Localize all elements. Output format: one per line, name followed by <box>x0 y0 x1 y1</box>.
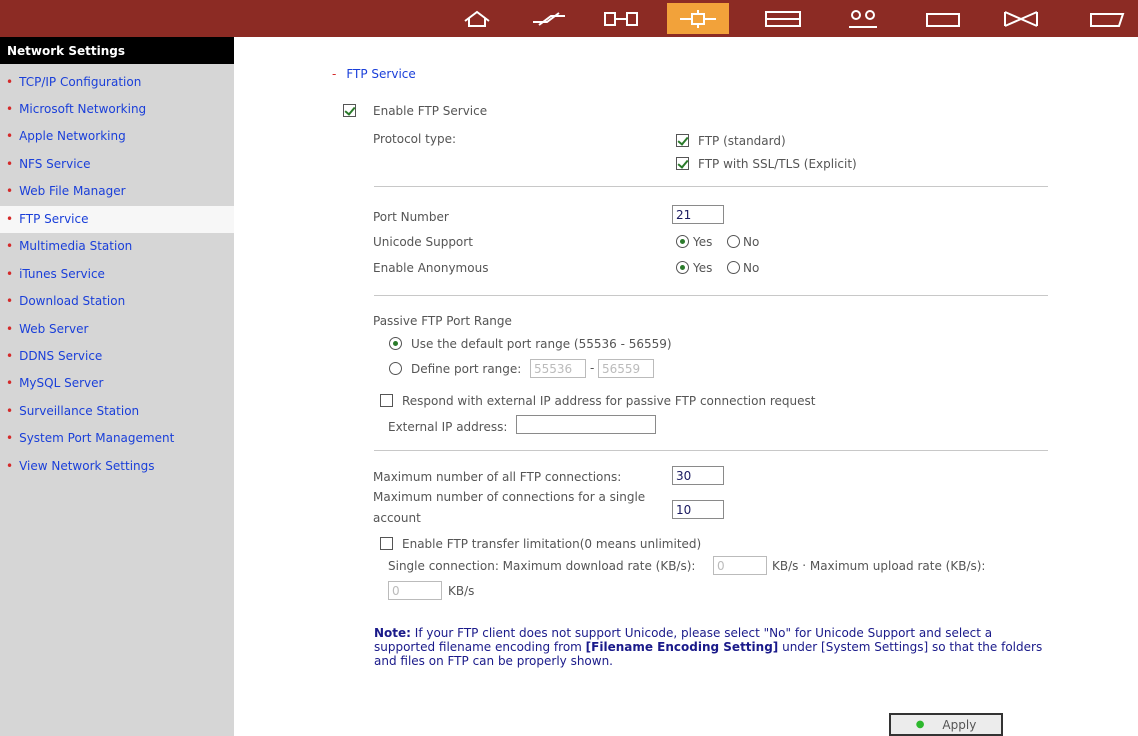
port-number-label: Port Number <box>373 210 449 224</box>
unicode-no-label: No <box>743 235 760 249</box>
default-range-radio[interactable] <box>389 337 402 350</box>
sidebar-item-web-server[interactable]: • Web Server <box>0 316 234 343</box>
upload-rate-input[interactable] <box>388 581 442 600</box>
unicode-note: Note: If your FTP client does not suppor… <box>374 626 1044 668</box>
ftp-standard-label: FTP (standard) <box>698 134 786 148</box>
sidebar-item-label: DDNS Service <box>19 349 103 363</box>
divider <box>374 186 1048 187</box>
default-range-label: Use the default port range (55536 - 5655… <box>411 337 672 351</box>
sidebar-item-surveillance-station[interactable]: • Surveillance Station <box>0 398 234 425</box>
external-ip-input[interactable] <box>516 415 656 434</box>
network-icon[interactable] <box>667 3 729 34</box>
max-single-connections-label-line1: Maximum number of connections for a sing… <box>373 490 646 504</box>
sidebar-item-label: System Port Management <box>19 431 175 445</box>
sidebar-item-label: iTunes Service <box>19 267 105 281</box>
sidebar-item-multimedia-station[interactable]: • Multimedia Station <box>0 233 234 260</box>
download-rate-input[interactable] <box>713 556 767 575</box>
respond-external-ip-checkbox[interactable] <box>380 394 393 407</box>
define-range-label: Define port range: <box>411 362 522 376</box>
sidebar-item-system-port-management[interactable]: • System Port Management <box>0 425 234 452</box>
home-icon[interactable] <box>446 3 508 34</box>
transfer-limit-checkbox[interactable] <box>380 537 393 550</box>
sidebar-title: Network Settings <box>0 37 234 64</box>
sidebar-item-mysql-server[interactable]: • MySQL Server <box>0 370 234 397</box>
define-range-radio[interactable] <box>389 362 402 375</box>
upload-rate-label: KB/s ‧ Maximum upload rate (KB/s): <box>772 559 986 573</box>
unicode-yes-label: Yes <box>693 235 713 249</box>
sidebar-item-ddns-service[interactable]: • DDNS Service <box>0 343 234 370</box>
sidebar-item-label: TCP/IP Configuration <box>19 75 142 89</box>
sidebar: Network Settings • TCP/IP Configuration •… <box>0 37 234 736</box>
unicode-support-label: Unicode Support <box>373 235 473 249</box>
sidebar-item-label: Apple Networking <box>19 129 126 143</box>
enable-ftp-label: Enable FTP Service <box>373 104 488 118</box>
external-ip-label: External IP address: <box>388 420 508 434</box>
sidebar-item-label: MySQL Server <box>19 376 104 390</box>
unicode-yes-radio[interactable] <box>676 235 689 248</box>
sidebar-item-apple-networking[interactable]: • Apple Networking <box>0 123 234 150</box>
apply-dot-icon: ● <box>915 719 925 730</box>
top-navigation-bar <box>0 0 1138 37</box>
apply-label: Apply <box>942 717 977 732</box>
anonymous-yes-label: Yes <box>693 261 713 275</box>
ftp-ssl-checkbox[interactable] <box>676 157 689 170</box>
enable-ftp-checkbox[interactable] <box>343 104 356 117</box>
range-separator: - <box>590 361 595 375</box>
unicode-no-radio[interactable] <box>727 235 740 248</box>
apply-button[interactable]: ● Apply <box>889 713 1003 736</box>
sidebar-item-tcpip-configuration[interactable]: • TCP/IP Configuration <box>0 69 234 96</box>
sidebar-item-itunes-service[interactable]: • iTunes Service <box>0 261 234 288</box>
sidebar-item-label: Surveillance Station <box>19 404 140 418</box>
sidebar-item-download-station[interactable]: • Download Station <box>0 288 234 315</box>
passive-range-title: Passive FTP Port Range <box>373 314 512 328</box>
sidebar-item-label: View Network Settings <box>19 459 155 473</box>
sidebar-item-microsoft-networking[interactable]: • Microsoft Networking <box>0 96 234 123</box>
single-connection-download-label: Single connection: Maximum download rate… <box>388 559 696 573</box>
divider <box>374 450 1048 451</box>
system-tools-icon[interactable] <box>590 3 652 34</box>
lightning-icon[interactable] <box>518 3 580 34</box>
sidebar-item-label: NFS Service <box>19 157 91 171</box>
max-single-connections-input[interactable] <box>672 500 724 519</box>
transfer-limit-label: Enable FTP transfer limitation(0 means u… <box>402 537 702 551</box>
max-all-connections-input[interactable] <box>672 466 724 485</box>
users-icon[interactable] <box>832 3 894 34</box>
sidebar-item-label: Multimedia Station <box>19 239 133 253</box>
enable-anonymous-label: Enable Anonymous <box>373 261 489 275</box>
ftp-ssl-label: FTP with SSL/TLS (Explicit) <box>698 157 857 171</box>
section-title: - FTP Service <box>332 67 416 81</box>
sidebar-item-label: Download Station <box>19 294 126 308</box>
sidebar-item-label: Microsoft Networking <box>19 102 147 116</box>
sidebar-item-label: Web File Manager <box>19 184 126 198</box>
anonymous-no-label: No <box>743 261 760 275</box>
sidebar-item-view-network-settings[interactable]: • View Network Settings <box>0 453 234 480</box>
kbs-label: KB/s <box>448 584 475 598</box>
port-number-input[interactable] <box>672 205 724 224</box>
divider <box>374 295 1048 296</box>
sidebar-item-label: FTP Service <box>19 212 89 226</box>
mail-icon[interactable] <box>990 3 1052 34</box>
protocol-type-label: Protocol type: <box>373 132 457 146</box>
sidebar-item-nfs-service[interactable]: • NFS Service <box>0 151 234 178</box>
max-single-connections-label-line2: account <box>373 511 421 525</box>
sidebar-item-web-file-manager[interactable]: • Web File Manager <box>0 178 234 205</box>
respond-external-ip-label: Respond with external IP address for pas… <box>402 394 816 408</box>
ftp-standard-checkbox[interactable] <box>676 134 689 147</box>
max-all-connections-label: Maximum number of all FTP connections: <box>373 470 622 484</box>
range-to-input[interactable] <box>598 359 654 378</box>
disk-icon[interactable] <box>752 3 814 34</box>
sidebar-item-ftp-service[interactable]: • FTP Service <box>0 206 234 233</box>
folder-icon[interactable] <box>912 3 974 34</box>
anonymous-no-radio[interactable] <box>727 261 740 274</box>
section-title-text: FTP Service <box>346 67 416 81</box>
range-from-input[interactable] <box>530 359 586 378</box>
note-prefix: Note: <box>374 626 411 640</box>
anonymous-yes-radio[interactable] <box>676 261 689 274</box>
sidebar-item-label: Web Server <box>19 322 89 336</box>
filename-encoding-link[interactable]: [Filename Encoding Setting] <box>586 640 779 654</box>
share-icon[interactable] <box>1076 3 1138 34</box>
